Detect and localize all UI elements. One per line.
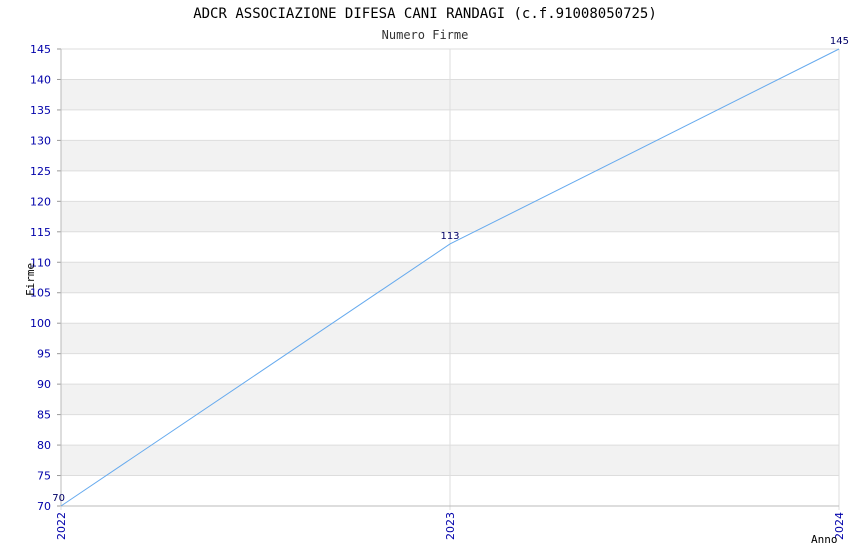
y-tick-label: 140	[30, 73, 51, 86]
data-label: 70	[52, 493, 65, 504]
x-tick-label: 2022	[55, 512, 68, 540]
y-tick-label: 85	[37, 409, 51, 422]
y-tick-label: 70	[37, 500, 51, 513]
data-label: 145	[830, 36, 849, 47]
data-label: 113	[440, 231, 459, 242]
y-tick-label: 120	[30, 195, 51, 208]
y-tick-label: 80	[37, 439, 51, 452]
y-tick-label: 75	[37, 470, 51, 483]
y-tick-label: 90	[37, 378, 51, 391]
y-tick-label: 95	[37, 348, 51, 361]
y-tick-label: 130	[30, 134, 51, 147]
y-tick-label: 135	[30, 104, 51, 117]
line-chart: 7075808590951001051101151201251301351401…	[24, 36, 849, 546]
y-axis-label: Firme	[24, 263, 37, 296]
x-tick-labels: 2022 2023 2024	[55, 512, 846, 540]
y-tick-label: 145	[30, 43, 51, 56]
y-tick-label: 125	[30, 165, 51, 178]
x-axis-label: Anno	[811, 533, 838, 546]
y-tick-label: 115	[30, 226, 51, 239]
x-tick-label: 2023	[444, 512, 457, 540]
y-tick-label: 100	[30, 317, 51, 330]
